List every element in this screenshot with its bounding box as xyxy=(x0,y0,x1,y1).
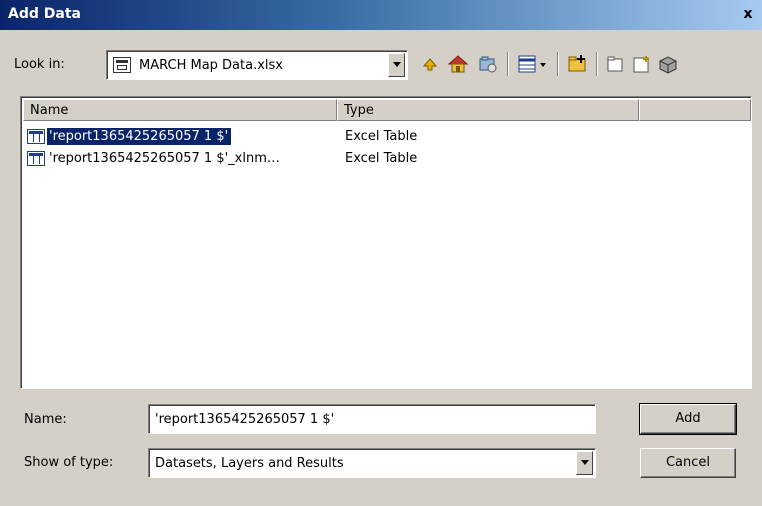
show-of-type-label: Show of type: xyxy=(24,455,114,470)
show-of-type-value: Datasets, Layers and Results xyxy=(155,456,344,471)
toolbar-separator xyxy=(507,52,509,76)
connect-folder-icon[interactable] xyxy=(476,52,500,76)
new-table-icon[interactable] xyxy=(630,52,654,76)
look-in-label: Look in: xyxy=(14,57,65,72)
name-input[interactable]: 'report1365425265057 1 $' xyxy=(148,404,596,434)
file-list[interactable]: Name Type 'report1365425265057 1 $' Exce… xyxy=(20,96,752,389)
excel-workbook-icon xyxy=(113,57,131,73)
chevron-down-icon[interactable] xyxy=(576,451,593,475)
look-in-value: MARCH Map Data.xlsx xyxy=(139,58,283,73)
cancel-button[interactable]: Cancel xyxy=(640,448,736,478)
title-bar: Add Data x xyxy=(0,0,762,30)
show-of-type-dropdown[interactable]: Datasets, Layers and Results xyxy=(148,448,596,478)
toolbar-separator xyxy=(596,52,598,76)
list-item-type: Excel Table xyxy=(345,128,418,144)
list-item[interactable]: 'report1365425265057 1 $' Excel Table xyxy=(27,126,417,146)
column-header-blank[interactable] xyxy=(639,99,751,121)
up-one-level-icon[interactable] xyxy=(418,52,442,76)
list-item-name: 'report1365425265057 1 $'_xlnm… xyxy=(49,150,280,166)
column-header-name[interactable]: Name xyxy=(23,99,337,121)
new-item-icon[interactable] xyxy=(604,52,628,76)
chevron-down-icon[interactable] xyxy=(388,53,405,77)
table-icon xyxy=(27,128,45,144)
geodatabase-icon[interactable] xyxy=(656,52,680,76)
window-title: Add Data xyxy=(8,6,81,22)
add-button[interactable]: Add xyxy=(639,403,737,435)
list-item-name: 'report1365425265057 1 $' xyxy=(45,126,233,146)
toolbar-separator xyxy=(557,52,559,76)
list-item-type: Excel Table xyxy=(345,150,418,166)
column-header-type[interactable]: Type xyxy=(337,99,639,121)
name-input-value: 'report1365425265057 1 $' xyxy=(155,412,335,427)
close-button[interactable]: x xyxy=(740,7,756,23)
new-folder-icon[interactable] xyxy=(566,52,590,76)
home-icon[interactable] xyxy=(446,52,470,76)
look-in-dropdown[interactable]: MARCH Map Data.xlsx xyxy=(106,50,408,80)
view-list-icon[interactable] xyxy=(516,52,550,76)
table-icon xyxy=(27,150,45,166)
list-item[interactable]: 'report1365425265057 1 $'_xlnm… Excel Ta… xyxy=(27,148,417,168)
name-label: Name: xyxy=(24,412,67,427)
